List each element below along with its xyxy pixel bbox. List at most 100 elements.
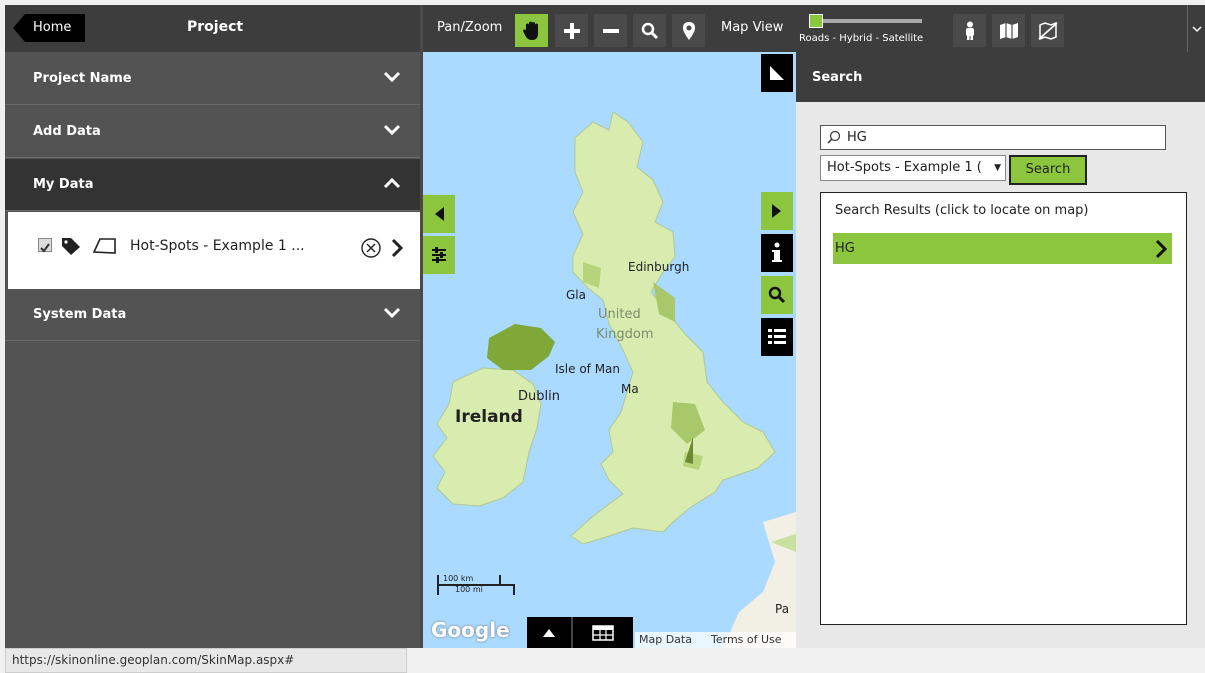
map-land-shapes: [432, 111, 796, 648]
app-window: Home Project Project Name Add Data My Da…: [5, 5, 1205, 648]
polygon-shape-icon[interactable]: [92, 236, 118, 256]
folded-map-icon: [999, 22, 1018, 39]
terms-of-use-link[interactable]: Terms of Use: [711, 632, 782, 648]
scale-km-label: 100 km: [443, 574, 474, 583]
accordion-label: My Data: [33, 177, 94, 192]
accordion-system-data[interactable]: System Data: [5, 289, 420, 341]
left-header: Home Project: [5, 5, 420, 52]
accordion-label: System Data: [33, 307, 127, 322]
map-view-options: Roads - Hybrid - Satellite: [799, 33, 924, 44]
magnifier-icon: [641, 22, 658, 39]
fullscreen-corner-button[interactable]: [761, 54, 793, 92]
google-logo: Google: [431, 618, 510, 642]
pan-button[interactable]: [515, 14, 548, 47]
table-grid-icon: [592, 624, 614, 641]
search-results-header: Search Results (click to locate on map): [835, 203, 1089, 218]
accordion-add-data[interactable]: Add Data: [5, 106, 420, 158]
search-panel: Search HG Hot-Spots - Example 1 ( ▼ Sear…: [796, 52, 1205, 648]
map-data-link[interactable]: Map Data: [639, 632, 692, 648]
triangle-left-icon: [435, 207, 444, 221]
search-panel-button[interactable]: [761, 276, 793, 314]
triangle-up-icon: [542, 628, 555, 637]
map-label-glasgow: Gla: [566, 288, 586, 302]
map-label-manchester: Ma: [621, 382, 639, 396]
map-label-edinburgh: Edinburgh: [628, 260, 690, 274]
collapse-right-panel-button[interactable]: [761, 192, 793, 230]
search-results-box: Search Results (click to locate on map) …: [820, 192, 1187, 625]
remove-circle-icon[interactable]: [360, 237, 382, 259]
search-result-row[interactable]: HG: [833, 233, 1172, 264]
dropdown-caret-icon: ▼: [994, 163, 1001, 173]
chevron-down-icon: [1191, 25, 1202, 32]
map-label-dublin: Dublin: [518, 389, 560, 404]
chevron-down-icon: [383, 307, 401, 319]
sliders-icon: [432, 247, 446, 263]
search-panel-title: Search: [812, 70, 863, 85]
map-canvas[interactable]: Ireland Dublin United Kingdom Isle of Ma…: [423, 52, 796, 648]
search-layer-value: Hot-Spots - Example 1 (: [827, 160, 982, 175]
magnifier-icon: [768, 286, 786, 304]
search-layer-select[interactable]: Hot-Spots - Example 1 ( ▼: [820, 155, 1006, 181]
accordion-my-data[interactable]: My Data: [5, 159, 420, 211]
plus-icon: [563, 22, 580, 39]
map-view-label: Map View: [721, 20, 784, 35]
pan-zoom-label: Pan/Zoom: [437, 20, 503, 35]
pegman-icon: [965, 21, 974, 40]
legend-button[interactable]: [761, 318, 793, 356]
hand-icon: [522, 21, 538, 40]
minus-icon: [602, 28, 619, 33]
locate-button[interactable]: [672, 14, 705, 47]
search-result-label: HG: [835, 241, 855, 256]
map-view-slider-track[interactable]: [812, 19, 922, 23]
map-pin-icon: [682, 21, 695, 40]
list-icon: [768, 329, 786, 344]
chevron-right-icon[interactable]: [389, 238, 405, 258]
my-data-panel: Hot-Spots - Example 1 ...: [8, 212, 420, 289]
map-toolbar: Pan/Zoom Map View Roads - Hybrid - Satel…: [423, 5, 1205, 52]
triangle-right-icon: [772, 204, 781, 218]
home-button[interactable]: Home: [13, 14, 85, 42]
chevron-right-icon: [1155, 239, 1168, 259]
chevron-down-icon: [383, 124, 401, 136]
map-label-kingdom: Kingdom: [596, 327, 654, 342]
no-map-button[interactable]: [1031, 14, 1064, 47]
street-view-button[interactable]: [953, 14, 986, 47]
map-label-ireland: Ireland: [455, 407, 523, 427]
toolbar-expand-button[interactable]: [1187, 5, 1205, 52]
info-button[interactable]: [761, 234, 793, 272]
table-view-button[interactable]: [577, 617, 629, 648]
map-label-paris: Pa: [775, 602, 790, 616]
tag-icon[interactable]: [60, 236, 82, 256]
search-button[interactable]: Search: [1009, 155, 1087, 185]
zoom-search-button[interactable]: [633, 14, 666, 47]
chevron-down-icon: [383, 71, 401, 83]
search-input-value: HG: [847, 130, 867, 145]
corner-triangle-icon: [770, 66, 784, 80]
project-title: Project: [187, 19, 244, 35]
left-panel: Home Project Project Name Add Data My Da…: [5, 5, 420, 648]
search-icon: [827, 130, 841, 144]
accordion-project-name[interactable]: Project Name: [5, 53, 420, 105]
chevron-up-icon: [383, 177, 401, 189]
search-input[interactable]: HG: [820, 125, 1166, 150]
accordion-label: Project Name: [33, 71, 132, 86]
map-scale-bar: 100 km 100 mi: [437, 574, 515, 595]
zoom-in-button[interactable]: [555, 14, 588, 47]
map-label-isle-of-man: Isle of Man: [555, 362, 621, 376]
map-view-slider-knob[interactable]: [809, 14, 823, 28]
map-layers-button[interactable]: [992, 14, 1025, 47]
layer-visible-checkbox[interactable]: [38, 238, 52, 253]
info-icon: [772, 242, 782, 262]
accordion-label: Add Data: [33, 124, 101, 139]
layer-settings-button[interactable]: [423, 236, 455, 274]
map-attribution: Map Data Terms of Use: [635, 632, 796, 648]
browser-status-url: https://skinonline.geoplan.com/SkinMap.a…: [5, 648, 407, 673]
map-off-icon: [1037, 21, 1058, 40]
map-label-united: United: [598, 307, 641, 322]
expand-bottom-button[interactable]: [527, 617, 570, 648]
collapse-left-panel-button[interactable]: [423, 195, 455, 233]
checkmark-icon: [40, 243, 50, 253]
map-bottom-controls: [527, 617, 633, 648]
my-data-layer-name[interactable]: Hot-Spots - Example 1 ...: [130, 238, 305, 254]
zoom-out-button[interactable]: [594, 14, 627, 47]
